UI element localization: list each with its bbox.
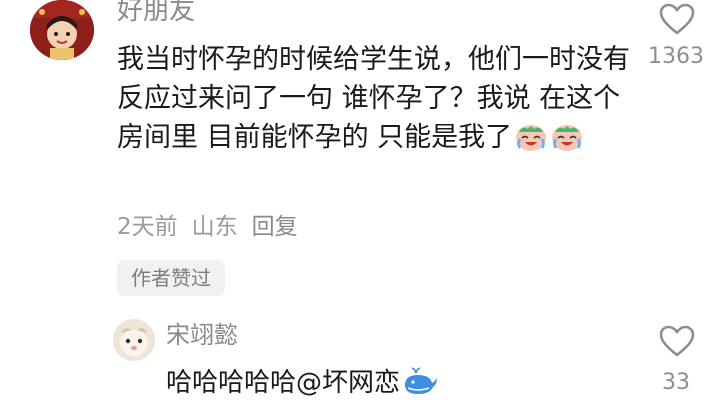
avatar[interactable] xyxy=(113,319,155,361)
heart-icon[interactable] xyxy=(658,324,696,362)
avatar[interactable] xyxy=(30,0,94,60)
whale-icon xyxy=(402,367,438,408)
reply-text: 哈哈哈哈哈@坏网恋 xyxy=(166,364,438,408)
like-count: 1363 xyxy=(648,44,704,69)
crying-laughing-emoji xyxy=(514,122,548,163)
heart-icon[interactable] xyxy=(658,2,696,40)
username[interactable]: 好朋友 xyxy=(117,0,195,28)
like-count: 33 xyxy=(662,370,690,395)
comment-meta: 2天前 山东 回复 xyxy=(117,211,312,243)
location: 山东 xyxy=(191,214,238,240)
author-liked-badge: 作者赞过 xyxy=(117,260,225,296)
mention-link[interactable]: @坏网恋 xyxy=(296,368,400,398)
comment-text: 我当时怀孕的时候给学生说，他们一时没有反应过来问了一句 谁怀孕了？我说 在这个房… xyxy=(117,40,637,163)
reply-button[interactable]: 回复 xyxy=(252,214,298,240)
crying-laughing-emoji xyxy=(550,122,584,163)
username[interactable]: 宋翊懿 xyxy=(166,318,238,352)
reply-text-content: 哈哈哈哈哈 xyxy=(166,368,297,398)
timestamp: 2天前 xyxy=(117,214,178,240)
